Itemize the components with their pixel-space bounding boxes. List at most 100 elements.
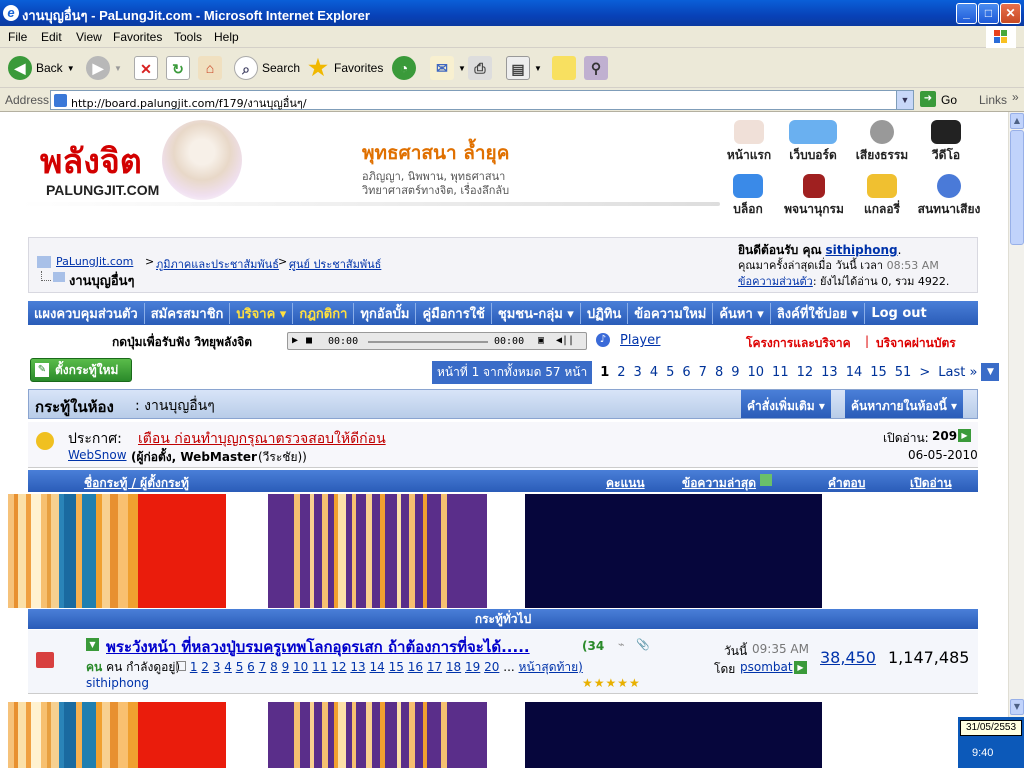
navbar-search[interactable]: ค้นหา ▾ bbox=[713, 302, 771, 324]
radio-player[interactable]: ▶ ■ 00:00 00:00 ▣ ◀|| bbox=[287, 332, 587, 350]
col-views[interactable]: เปิดอ่าน bbox=[910, 474, 952, 493]
links-button[interactable]: Links bbox=[979, 93, 1007, 107]
thread-page-6[interactable]: 6 bbox=[247, 660, 255, 674]
navbar-register[interactable]: สมัครสมาชิก bbox=[145, 302, 231, 324]
edit-dropdown-icon[interactable]: ▼ bbox=[534, 64, 542, 73]
play-icon[interactable]: ▶ bbox=[292, 335, 298, 346]
page-8[interactable]: 8 bbox=[711, 365, 727, 380]
new-thread-button[interactable]: ✎ ตั้งกระทู้ใหม่ bbox=[30, 358, 132, 382]
minimize-button[interactable]: _ bbox=[956, 3, 977, 24]
menu-view[interactable]: View bbox=[76, 30, 102, 44]
last-poster[interactable]: psombat bbox=[740, 660, 793, 674]
nav-dharma-audio[interactable]: เสียงธรรม bbox=[852, 120, 912, 165]
thread-page-9[interactable]: 9 bbox=[282, 660, 290, 674]
thread-page-18[interactable]: 18 bbox=[446, 660, 461, 674]
scroll-up-icon[interactable]: ▲ bbox=[1010, 113, 1024, 129]
address-dropdown-icon[interactable]: ▼ bbox=[896, 91, 913, 109]
refresh-button[interactable]: ↻ bbox=[166, 54, 190, 82]
forward-button[interactable]: ▶ ▼ bbox=[86, 54, 122, 82]
vertical-scrollbar[interactable]: ▲ ▼ bbox=[1008, 112, 1024, 717]
navbar-new-posts[interactable]: ข้อความใหม่ bbox=[628, 302, 714, 324]
page-3[interactable]: 3 bbox=[630, 365, 646, 380]
forward-dropdown-icon[interactable]: ▼ bbox=[114, 64, 122, 73]
thread-last-page[interactable]: หน้าสุดท้าย) bbox=[519, 660, 583, 674]
menu-favorites[interactable]: Favorites bbox=[113, 30, 162, 44]
page-11[interactable]: 11 bbox=[768, 365, 793, 380]
menu-file[interactable]: File bbox=[8, 30, 27, 44]
thread-page-13[interactable]: 13 bbox=[350, 660, 365, 674]
nav-home[interactable]: หน้าแรก bbox=[724, 120, 774, 165]
search-button[interactable]: ⌕ Search bbox=[234, 54, 300, 82]
home-folder-icon[interactable] bbox=[37, 256, 51, 268]
projects-link[interactable]: โครงการและบริจาค bbox=[746, 334, 851, 353]
col-replies[interactable]: คำตอบ bbox=[828, 474, 865, 493]
site-logo-thai[interactable]: พลังจิต bbox=[40, 142, 142, 182]
thread-page-4[interactable]: 4 bbox=[224, 660, 232, 674]
announcement-title[interactable]: เตือน ก่อนทำบุญกรุณาตรวจสอบให้ดีก่อน bbox=[138, 428, 386, 450]
thread-title[interactable]: พระวังหน้า ที่หลวงปู่บรมครูเทพโลกอุดรเสก… bbox=[106, 635, 530, 659]
site-logo-english[interactable]: PALUNGJIT.COM bbox=[46, 182, 159, 198]
close-button[interactable]: ✕ bbox=[1000, 3, 1021, 24]
page-14[interactable]: 14 bbox=[842, 365, 867, 380]
page-12[interactable]: 12 bbox=[793, 365, 818, 380]
menu-edit[interactable]: Edit bbox=[41, 30, 62, 44]
maximize-button[interactable]: □ bbox=[978, 3, 999, 24]
go-arrow-icon[interactable]: ➜ bbox=[920, 91, 936, 107]
page-4[interactable]: 4 bbox=[646, 365, 662, 380]
navbar-albums[interactable]: ทุกอัลบั้ม bbox=[354, 302, 417, 324]
thread-page-12[interactable]: 12 bbox=[331, 660, 346, 674]
private-messages-link[interactable]: ข้อความส่วนตัว bbox=[738, 275, 813, 288]
history-button[interactable]: ◔ bbox=[392, 54, 416, 82]
thread-page-8[interactable]: 8 bbox=[270, 660, 278, 674]
banner-ad-2[interactable] bbox=[8, 702, 958, 768]
navbar-calendar[interactable]: ปฏิทิน bbox=[581, 302, 629, 324]
back-dropdown-icon[interactable]: ▼ bbox=[67, 64, 75, 73]
thread-page-19[interactable]: 19 bbox=[465, 660, 480, 674]
nav-gallery[interactable]: แกลอรี่ bbox=[860, 174, 904, 219]
page-next[interactable]: > bbox=[915, 365, 934, 380]
scroll-thumb[interactable] bbox=[1010, 130, 1024, 245]
nav-video[interactable]: วีดีโอ bbox=[924, 120, 968, 165]
thread-page-7[interactable]: 7 bbox=[259, 660, 267, 674]
go-button[interactable]: Go bbox=[941, 93, 957, 107]
more-commands-button[interactable]: คำสั่งเพิ่มเติม ▾ bbox=[741, 390, 831, 418]
links-chevron-icon[interactable]: » bbox=[1012, 90, 1019, 104]
nav-dictionary[interactable]: พจนานุกรม bbox=[782, 174, 846, 219]
player-link[interactable]: Player bbox=[620, 333, 660, 348]
pager-dropdown-icon[interactable]: ▼ bbox=[981, 363, 1000, 381]
page-13[interactable]: 13 bbox=[817, 365, 842, 380]
announcement-author[interactable]: WebSnow bbox=[68, 448, 127, 462]
crumb-root[interactable]: PaLungJit.com bbox=[56, 255, 133, 268]
col-last-post[interactable]: ข้อความล่าสุด bbox=[682, 474, 756, 493]
crumb-regions[interactable]: ภูมิภาคและประชาสัมพันธ์ bbox=[156, 255, 279, 273]
menu-help[interactable]: Help bbox=[214, 30, 239, 44]
navbar-logout[interactable]: Log out bbox=[865, 306, 932, 321]
favorites-button[interactable]: ★ Favorites bbox=[306, 54, 383, 82]
nav-voice-chat[interactable]: สนทนาเสียง bbox=[914, 174, 984, 219]
home-button[interactable]: ⌂ bbox=[198, 54, 222, 82]
scroll-down-icon[interactable]: ▼ bbox=[1010, 699, 1024, 715]
navbar-community[interactable]: ชุมชน-กลุ่ม ▾ bbox=[492, 302, 581, 324]
page-5[interactable]: 5 bbox=[662, 365, 678, 380]
page-15[interactable]: 15 bbox=[866, 365, 891, 380]
thread-page-15[interactable]: 15 bbox=[389, 660, 404, 674]
username-link[interactable]: sithiphong bbox=[825, 243, 897, 257]
mail-dropdown-icon[interactable]: ▼ bbox=[458, 64, 466, 73]
first-unread-icon[interactable]: ▼ bbox=[86, 638, 99, 651]
discuss-button[interactable] bbox=[552, 54, 576, 82]
clock[interactable]: 9:40 bbox=[972, 747, 993, 759]
navbar-rules[interactable]: กฎกติกา bbox=[293, 302, 355, 324]
sort-icon[interactable] bbox=[760, 474, 772, 486]
research-button[interactable]: ⚲ bbox=[584, 54, 608, 82]
volume-icon[interactable]: ◀|| bbox=[556, 335, 574, 346]
seek-bar[interactable] bbox=[368, 341, 488, 343]
print-button[interactable]: ⎙ bbox=[468, 54, 492, 82]
fullscreen-icon[interactable]: ▣ bbox=[538, 335, 544, 346]
stop-icon[interactable]: ■ bbox=[306, 335, 312, 346]
go-to-post-icon[interactable]: ▶ bbox=[958, 429, 971, 442]
crumb-pr-center[interactable]: ศูนย์ ประชาสัมพันธ์ bbox=[289, 255, 381, 273]
banner-ad-1[interactable] bbox=[8, 494, 1006, 608]
go-last-post-icon[interactable]: ▶ bbox=[794, 661, 807, 674]
address-input[interactable]: http://board.palungjit.com/f179/งานบุญอื… bbox=[50, 90, 914, 110]
page-51[interactable]: 51 bbox=[891, 365, 916, 380]
